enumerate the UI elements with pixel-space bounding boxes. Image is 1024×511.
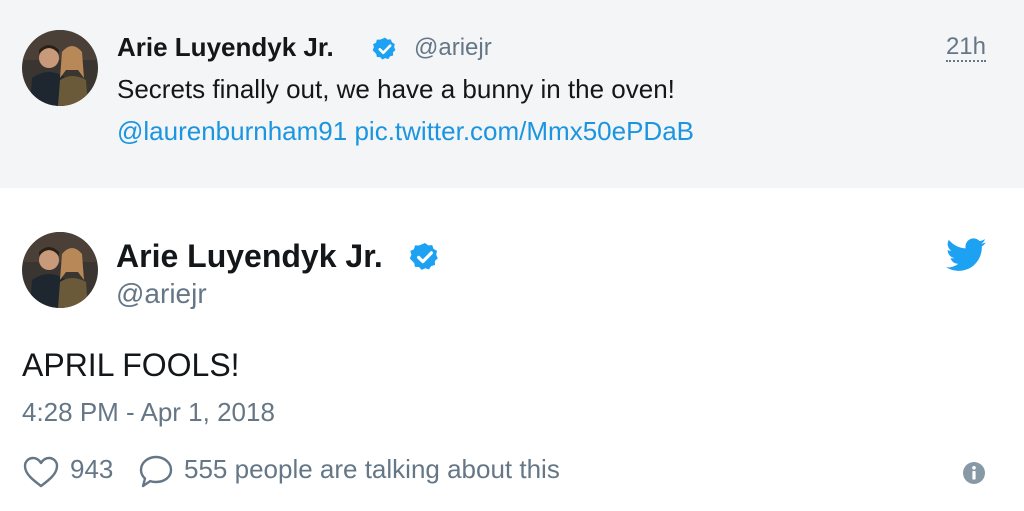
tweet-text: Secrets finally out, we have a bunny in … [117,74,675,104]
author-handle[interactable]: @ariejr [414,34,492,62]
author-name[interactable]: Arie Luyendyk Jr. [117,32,334,63]
avatar[interactable] [22,232,98,308]
like-count[interactable]: 943 [70,454,113,485]
media-link[interactable]: pic.twitter.com/Mmx50ePDaB [354,116,694,146]
mention-link[interactable]: @laurenburnham91 [117,116,347,146]
info-icon[interactable] [962,461,986,485]
heart-icon[interactable] [22,455,60,489]
tweet-timestamp[interactable]: 4:28 PM - Apr 1, 2018 [22,397,275,428]
quoted-tweet[interactable]: Arie Luyendyk Jr. @ariejr 21h Secrets fi… [0,0,1024,188]
twitter-bird-icon[interactable] [946,238,986,272]
tweet-links: @laurenburnham91 pic.twitter.com/Mmx50eP… [117,116,694,147]
tweet-time[interactable]: 21h [945,34,986,62]
author-name[interactable]: Arie Luyendyk Jr. [116,238,383,275]
author-handle[interactable]: @ariejr [116,278,207,310]
verified-badge-icon [409,243,438,270]
avatar[interactable] [22,30,98,106]
talking-count[interactable]: 555 people are talking about this [184,454,560,485]
verified-badge-icon [372,37,396,60]
tweet-text: APRIL FOOLS! [22,347,240,383]
speech-bubble-icon[interactable] [138,453,174,489]
